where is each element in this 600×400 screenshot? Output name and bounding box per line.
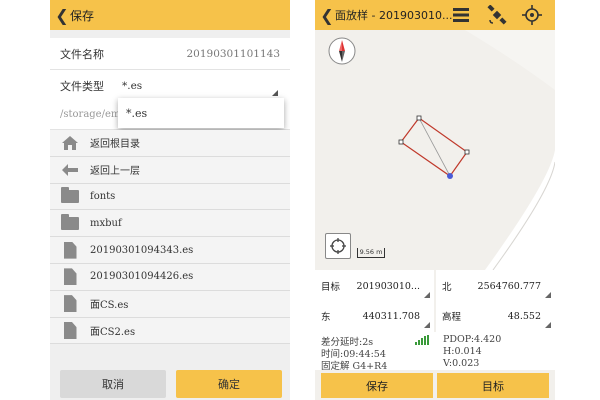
list-item-label: 面CS2.es	[90, 326, 136, 338]
stakeout-screen: ❮ 面放样 - 201903010... 9.56 m 目标 201903010…	[315, 0, 555, 400]
elevation-cell[interactable]: 高程 48.552	[436, 300, 555, 332]
list-item-file[interactable]: 面CS.es	[50, 290, 290, 318]
v-precision-text: V:0.023	[443, 358, 480, 369]
header-bar: ❮ 面放样 - 201903010...	[315, 0, 555, 30]
file-name-input[interactable]: 20190301101143	[186, 48, 280, 60]
file-icon	[63, 268, 77, 286]
list-item-label: 面CS.es	[90, 300, 129, 312]
folder-icon	[61, 186, 79, 203]
list-item-label: mxbuf	[90, 217, 122, 229]
list-item-root[interactable]: 返回根目录	[50, 130, 290, 157]
target-button[interactable]: 目标	[437, 373, 549, 398]
file-name-label: 文件名称	[60, 47, 104, 61]
target-value: 201903010...	[356, 280, 420, 292]
save-dialog-screen: ❮ 保存 文件名称 20190301101143 文件类型 *.es /stor…	[50, 0, 290, 400]
file-list: 返回根目录 返回上一层 fonts mxbuf 20190301094343.e…	[50, 130, 290, 345]
save-button[interactable]: 保存	[321, 373, 433, 398]
stakeout-polygon	[398, 115, 470, 179]
list-item-file[interactable]: 面CS2.es	[50, 317, 290, 345]
back-chevron-icon[interactable]: ❮	[54, 6, 70, 25]
compass-icon[interactable]	[327, 36, 357, 66]
elevation-label: 高程	[442, 312, 462, 323]
dropdown-triangle-icon[interactable]	[545, 292, 551, 298]
file-name-row[interactable]: 文件名称 20190301101143	[50, 38, 290, 70]
list-item-up[interactable]: 返回上一层	[50, 156, 290, 184]
page-title: 面放样 - 201903010...	[335, 9, 453, 22]
folder-icon	[61, 213, 79, 230]
page-title: 保存	[70, 8, 95, 23]
list-item-label: 20190301094426.es	[90, 271, 194, 283]
cancel-button[interactable]: 取消	[60, 370, 166, 398]
gnss-status-panel: 差分延时:2s PDOP:4.420 时间:09:44:54 H:0.014 固…	[315, 332, 555, 372]
back-chevron-icon[interactable]: ❮	[319, 6, 335, 25]
list-item-label: 20190301094343.es	[90, 244, 194, 256]
target-label: 目标	[321, 282, 341, 293]
target-icon	[330, 238, 346, 254]
east-cell[interactable]: 东 440311.708	[315, 300, 434, 332]
file-icon	[63, 295, 77, 313]
list-item-file[interactable]: 20190301094343.es	[50, 237, 290, 264]
layers-icon[interactable]	[451, 5, 471, 25]
file-icon	[63, 241, 77, 259]
list-item-folder[interactable]: mxbuf	[50, 210, 290, 238]
east-value: 440311.708	[362, 310, 420, 322]
signal-bars-icon	[415, 335, 429, 345]
home-icon	[50, 135, 90, 151]
h-precision-text: H:0.014	[443, 346, 482, 357]
dropdown-triangle-icon[interactable]	[545, 322, 551, 328]
map-scale-bar: 9.56 m	[357, 248, 385, 258]
dropdown-triangle-icon[interactable]	[272, 90, 278, 96]
list-item-label: 返回上一层	[90, 166, 140, 178]
file-type-label: 文件类型	[60, 80, 104, 93]
dropdown-triangle-icon[interactable]	[424, 322, 430, 328]
fix-status-text: 固定解 G4+R4	[321, 361, 388, 372]
dropdown-triangle-icon[interactable]	[424, 292, 430, 298]
list-item-folder[interactable]: fonts	[50, 183, 290, 211]
map-view[interactable]: 9.56 m	[315, 30, 555, 270]
confirm-button[interactable]: 确定	[176, 370, 282, 398]
north-label: 北	[442, 282, 452, 293]
locate-crosshair-icon[interactable]	[522, 5, 542, 25]
file-type-option[interactable]: *.es	[118, 98, 284, 128]
north-cell[interactable]: 北 2564760.777	[436, 270, 555, 302]
back-arrow-icon	[50, 163, 90, 177]
list-item-label: 返回根目录	[90, 139, 140, 151]
satellite-icon[interactable]	[487, 5, 507, 25]
list-item-label: fonts	[90, 190, 116, 202]
east-label: 东	[321, 312, 331, 323]
file-icon	[63, 321, 77, 339]
recenter-button[interactable]	[325, 233, 351, 259]
pdop-text: PDOP:4.420	[443, 334, 502, 345]
file-type-select[interactable]: *.es	[122, 80, 142, 92]
target-cell[interactable]: 目标 201903010...	[315, 270, 434, 302]
elevation-value: 48.552	[507, 310, 541, 322]
list-item-file[interactable]: 20190301094426.es	[50, 263, 290, 291]
north-value: 2564760.777	[477, 280, 541, 292]
header-bar: ❮ 保存	[50, 0, 290, 30]
